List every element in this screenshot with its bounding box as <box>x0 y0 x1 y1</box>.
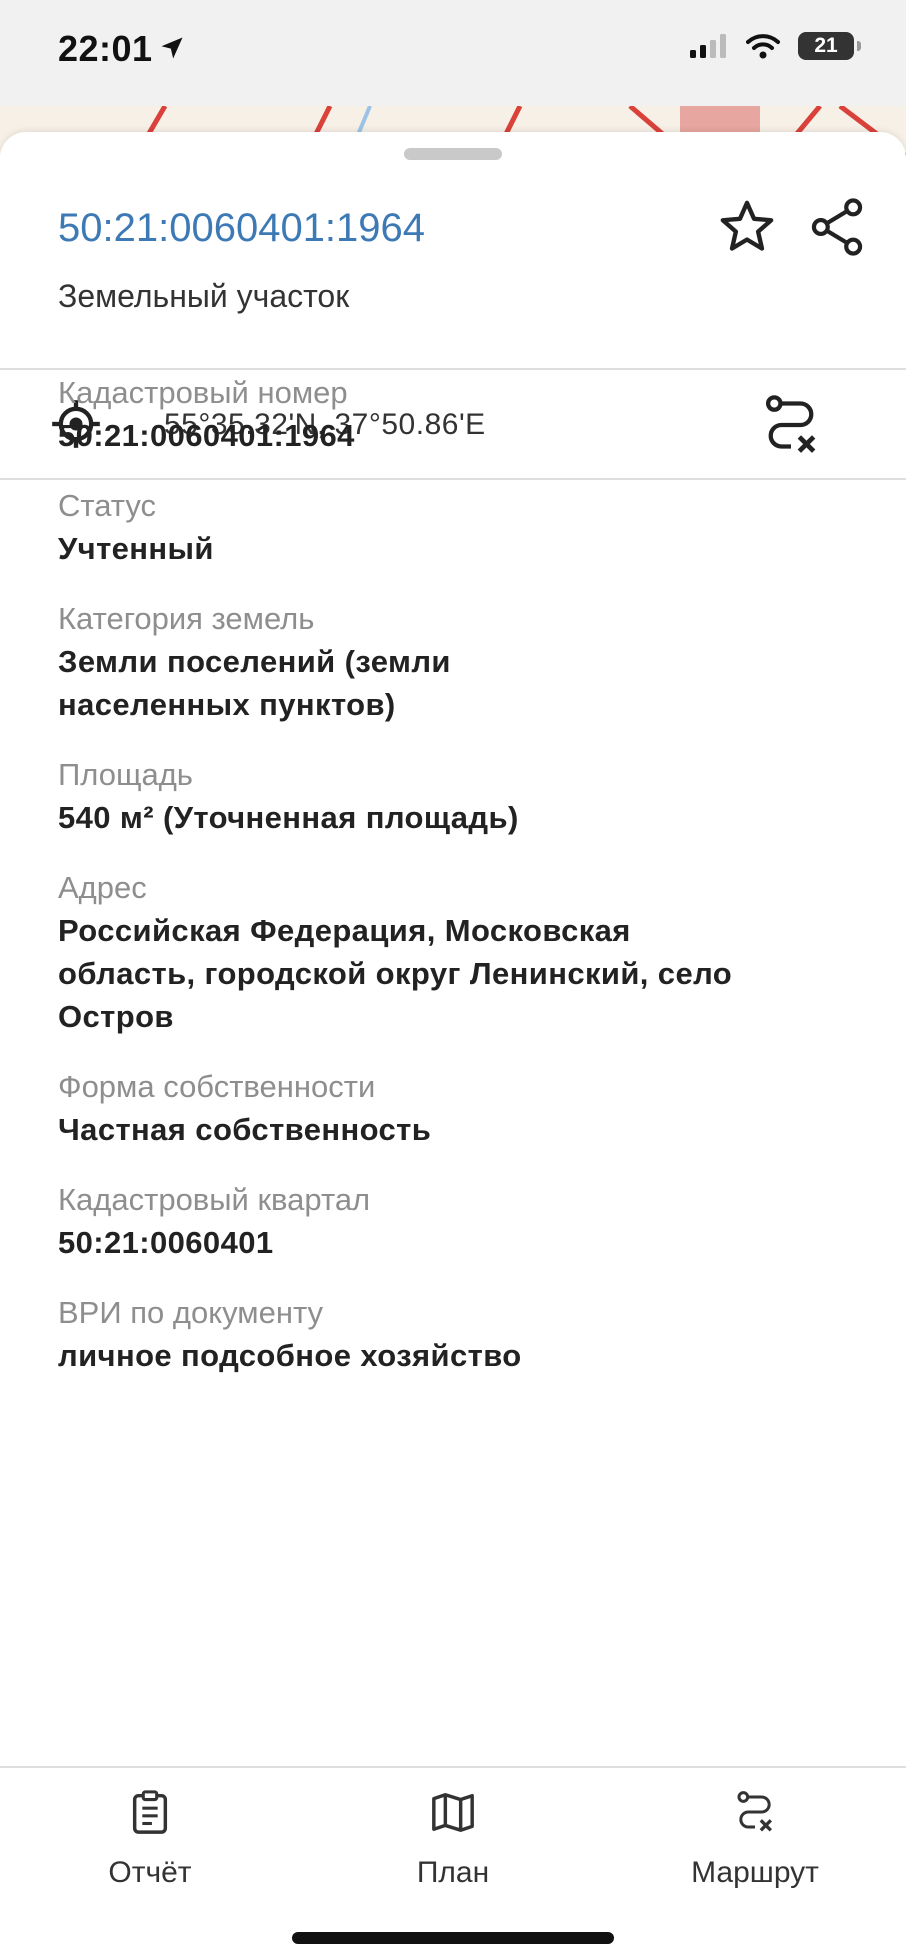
property-label: Форма собственности <box>58 1069 376 1104</box>
property-label: Категория земель <box>58 601 315 636</box>
property-label: Статус <box>58 488 156 523</box>
property-value: Частная собственность <box>58 1112 432 1147</box>
status-time: 22:01 <box>58 28 153 69</box>
property-item: Категория земель Земли поселений (земли … <box>58 598 858 726</box>
property-item: Форма собственности Частная собственност… <box>58 1066 858 1151</box>
wifi-icon <box>746 34 780 59</box>
star-icon <box>720 200 774 251</box>
property-label: Кадастровый номер <box>58 375 348 410</box>
share-button[interactable] <box>802 192 872 262</box>
property-value: Учтенный <box>58 531 214 566</box>
clipboard-icon <box>132 1790 168 1834</box>
property-item: Статус Учтенный <box>58 485 858 570</box>
parcel-subtitle: Земельный участок <box>58 278 350 314</box>
signal-icon <box>690 34 726 58</box>
property-value[interactable]: Российская Федерация, Московская область… <box>58 909 858 1038</box>
property-value: 540 м² (Уточненная площадь) <box>58 800 519 835</box>
status-indicators: 21 <box>690 32 861 60</box>
property-value[interactable]: 50:21:0060401:1964 <box>58 414 858 457</box>
tab-report[interactable]: Отчёт <box>50 1786 250 1890</box>
property-label: ВРИ по документу <box>58 1295 323 1330</box>
route-icon <box>737 1791 773 1832</box>
home-indicator[interactable] <box>292 1932 614 1944</box>
battery-icon: 21 <box>798 32 861 60</box>
favorite-button[interactable] <box>712 192 782 262</box>
tab-label: Маршрут <box>691 1856 819 1889</box>
property-label: Адрес <box>58 870 147 905</box>
property-item: Площадь 540 м² (Уточненная площадь) <box>58 754 858 839</box>
tab-plan[interactable]: План <box>353 1786 553 1890</box>
map-icon <box>432 1793 474 1832</box>
tab-label: План <box>416 1856 490 1889</box>
property-value: Земли поселений (земли населенных пункто… <box>58 644 451 722</box>
property-value: личное подсобное хозяйство <box>58 1338 522 1373</box>
property-item: ВРИ по документу личное подсобное хозяйс… <box>58 1292 858 1377</box>
location-arrow-icon <box>161 37 183 59</box>
parcel-title: 50:21:0060401:1964 <box>58 206 426 250</box>
property-item: Кадастровый квартал 50:21:0060401 <box>58 1179 858 1264</box>
tab-route[interactable]: Маршрут <box>655 1786 855 1890</box>
property-item: Адрес Российская Федерация, Московская о… <box>58 867 858 1038</box>
property-label: Площадь <box>58 757 193 792</box>
tab-label: Отчёт <box>108 1856 192 1889</box>
battery-level: 21 <box>814 34 838 57</box>
share-icon <box>811 198 863 256</box>
property-label: Кадастровый квартал <box>58 1182 371 1217</box>
properties-list: Кадастровый номер 50:21:0060401:1964 Ста… <box>58 372 858 1405</box>
status-bar: 22:01 21 <box>0 0 906 106</box>
property-item: Кадастровый номер 50:21:0060401:1964 <box>58 372 858 457</box>
divider <box>0 368 906 370</box>
property-value[interactable]: 50:21:0060401 <box>58 1221 858 1264</box>
sheet-drag-handle[interactable] <box>404 148 502 160</box>
